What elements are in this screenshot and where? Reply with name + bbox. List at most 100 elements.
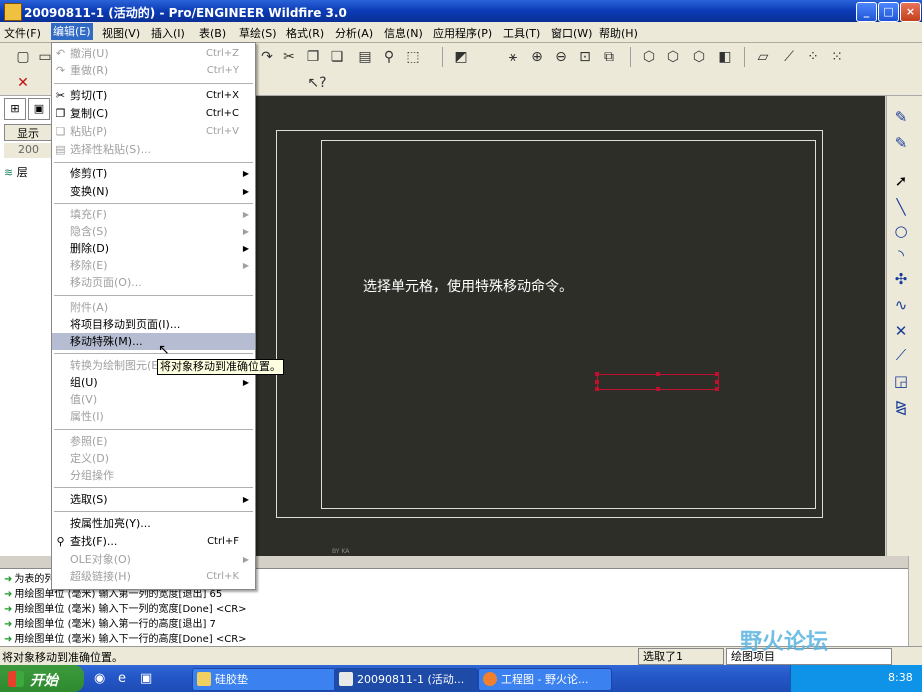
find-icon[interactable]: ⚲ bbox=[378, 46, 400, 68]
cell-handle[interactable] bbox=[595, 380, 599, 384]
orient-icon[interactable]: ⚹ bbox=[502, 46, 524, 68]
zoom-in-icon[interactable]: ⊕ bbox=[526, 46, 548, 68]
window-title: 20090811-1 (活动的) - Pro/ENGINEER Wildfire… bbox=[24, 6, 347, 20]
cell-handle[interactable] bbox=[595, 387, 599, 391]
menu-item-undo[interactable]: ↶ 撤消(U) Ctrl+Z bbox=[52, 45, 255, 62]
desktop-icon[interactable]: ▣ bbox=[140, 671, 152, 686]
minimize-button[interactable]: _ bbox=[856, 2, 877, 22]
use-edge-icon[interactable]: ◲ bbox=[889, 370, 913, 392]
menu-item-suppress[interactable]: 隐含(S) ▶ bbox=[52, 223, 255, 240]
menu-item-move-item-to-page[interactable]: 将项目移动到页面(I)... bbox=[52, 316, 255, 333]
shading-icon[interactable]: ◧ bbox=[714, 46, 736, 68]
saved-views-icon[interactable]: ⧉ bbox=[598, 46, 620, 68]
zoom-out-icon[interactable]: ⊖ bbox=[550, 46, 572, 68]
menu-file[interactable]: 文件(F) bbox=[4, 25, 41, 41]
start-button[interactable]: 开始 bbox=[0, 665, 84, 692]
menu-item-group[interactable]: 组(U) ▶ bbox=[52, 374, 255, 391]
cell-handle[interactable] bbox=[656, 387, 660, 391]
wireframe-icon[interactable]: ⬡ bbox=[638, 46, 660, 68]
menu-item-group-ops[interactable]: 分组操作 bbox=[52, 467, 255, 484]
menu-item-define[interactable]: 定义(D) bbox=[52, 450, 255, 467]
menu-item-move-special[interactable]: 移动特殊(M)... bbox=[52, 333, 255, 350]
cell-handle[interactable] bbox=[595, 372, 599, 376]
menu-item-value[interactable]: 值(V) bbox=[52, 391, 255, 408]
copy-icon[interactable]: ❐ bbox=[302, 46, 324, 68]
hidden-line-icon[interactable]: ⬡ bbox=[662, 46, 684, 68]
message-scrollbar[interactable] bbox=[908, 556, 922, 646]
cell-handle[interactable] bbox=[715, 372, 719, 376]
selected-table-cell[interactable] bbox=[595, 372, 719, 391]
circle-icon[interactable]: ○ bbox=[889, 220, 913, 242]
line-icon[interactable]: ╲ bbox=[889, 196, 913, 218]
sketch-tool-2-icon[interactable]: ✎ bbox=[889, 132, 913, 154]
select-arrow-icon[interactable]: ➚ bbox=[889, 170, 913, 192]
chamfer-icon[interactable]: ⟋ bbox=[889, 344, 913, 366]
trim-icon[interactable]: ✕ bbox=[889, 320, 913, 342]
menu-view[interactable]: 视图(V) bbox=[102, 25, 140, 41]
layer-tree-item[interactable]: ≋ 层 bbox=[4, 164, 28, 180]
menu-item-attach[interactable]: 附件(A) bbox=[52, 299, 255, 316]
menu-item-cut[interactable]: ✂ 剪切(T) Ctrl+X bbox=[52, 87, 255, 104]
datum-points-icon[interactable]: ⁘ bbox=[802, 46, 824, 68]
menu-item-remove[interactable]: 移除(E) ▶ bbox=[52, 257, 255, 274]
menu-item-find[interactable]: ⚲ 查找(F)... Ctrl+F bbox=[52, 533, 255, 550]
repaint-icon[interactable]: ◩ bbox=[450, 46, 472, 68]
menu-info[interactable]: 信息(N) bbox=[384, 25, 423, 41]
paste-icon[interactable]: ❏ bbox=[326, 46, 348, 68]
menu-item-delete[interactable]: 删除(D) ▶ bbox=[52, 240, 255, 257]
paste-special-icon[interactable]: ▤ bbox=[354, 46, 376, 68]
menu-item-fill[interactable]: 填充(F) ▶ bbox=[52, 206, 255, 223]
menu-applications[interactable]: 应用程序(P) bbox=[433, 25, 492, 41]
model-tree-icon[interactable]: ⊞ bbox=[4, 98, 26, 120]
menu-sketch[interactable]: 草绘(S) bbox=[239, 25, 277, 41]
menu-analysis[interactable]: 分析(A) bbox=[335, 25, 373, 41]
cell-handle[interactable] bbox=[715, 380, 719, 384]
arc-icon[interactable]: ◝ bbox=[889, 244, 913, 266]
menu-item-highlight-by-attr[interactable]: 按属性加亮(Y)... bbox=[52, 515, 255, 532]
task-folder[interactable]: 硅胶垫 bbox=[192, 668, 336, 691]
menu-insert[interactable]: 插入(I) bbox=[151, 25, 185, 41]
select-box-icon[interactable]: ⬚ bbox=[402, 46, 424, 68]
zoom-fit-icon[interactable]: ⊡ bbox=[574, 46, 596, 68]
cut-icon[interactable]: ✂ bbox=[278, 46, 300, 68]
redo-icon[interactable]: ↷ bbox=[256, 46, 278, 68]
menu-item-copy[interactable]: ❐ 复制(C) Ctrl+C bbox=[52, 105, 255, 122]
menu-item-ole-object[interactable]: OLE对象(O) ▶ bbox=[52, 551, 255, 568]
menu-table[interactable]: 表(B) bbox=[199, 25, 226, 41]
datum-planes-icon[interactable]: ▱ bbox=[752, 46, 774, 68]
mirror-icon[interactable]: ⧎ bbox=[889, 396, 913, 418]
menu-help[interactable]: 帮助(H) bbox=[599, 25, 638, 41]
cell-handle[interactable] bbox=[656, 372, 660, 376]
menu-format[interactable]: 格式(R) bbox=[286, 25, 324, 41]
menu-item-paste-special[interactable]: ▤ 选择性粘贴(S)... bbox=[52, 141, 255, 158]
menu-tools[interactable]: 工具(T) bbox=[503, 25, 540, 41]
menu-item-select[interactable]: 选取(S) ▶ bbox=[52, 491, 255, 508]
context-help-icon[interactable]: ↖? bbox=[306, 72, 328, 94]
cell-handle[interactable] bbox=[715, 387, 719, 391]
datum-axes-icon[interactable]: ⟋ bbox=[778, 46, 800, 68]
menu-item-trim[interactable]: 修剪(T) ▶ bbox=[52, 165, 255, 182]
spline-icon[interactable]: ∿ bbox=[889, 294, 913, 316]
cancel-icon[interactable]: ✕ bbox=[12, 72, 34, 94]
sketch-tool-icon[interactable]: ✎ bbox=[889, 106, 913, 128]
menu-item-transform[interactable]: 变换(N) ▶ bbox=[52, 183, 255, 200]
menu-edit[interactable]: 编辑(E) bbox=[51, 23, 93, 40]
menu-item-paste[interactable]: ❏ 粘贴(P) Ctrl+V bbox=[52, 123, 255, 140]
menu-item-hyperlink[interactable]: 超级链接(H) Ctrl+K bbox=[52, 568, 255, 585]
menu-window[interactable]: 窗口(W) bbox=[551, 25, 592, 41]
firefox-icon[interactable]: ◉ bbox=[94, 671, 105, 686]
menu-item-references[interactable]: 参照(E) bbox=[52, 433, 255, 450]
menu-item-redo[interactable]: ↷ 重做(R) Ctrl+Y bbox=[52, 62, 255, 79]
new-file-icon[interactable]: ▢ bbox=[12, 46, 34, 68]
menu-item-properties[interactable]: 属性(I) bbox=[52, 408, 255, 425]
close-button[interactable]: × bbox=[900, 2, 921, 22]
coordinate-systems-icon[interactable]: ⁙ bbox=[826, 46, 848, 68]
folder-browser-icon[interactable]: ▣ bbox=[28, 98, 50, 120]
no-hidden-icon[interactable]: ⬡ bbox=[688, 46, 710, 68]
maximize-button[interactable]: □ bbox=[878, 2, 899, 22]
point-icon[interactable]: ✣ bbox=[889, 268, 913, 290]
task-browser[interactable]: 工程图 - 野火论... bbox=[478, 668, 612, 691]
ie-icon[interactable]: e bbox=[118, 671, 126, 686]
task-proe[interactable]: 20090811-1 (活动... bbox=[334, 668, 478, 691]
menu-item-move-page[interactable]: 移动页面(O)... bbox=[52, 274, 255, 291]
